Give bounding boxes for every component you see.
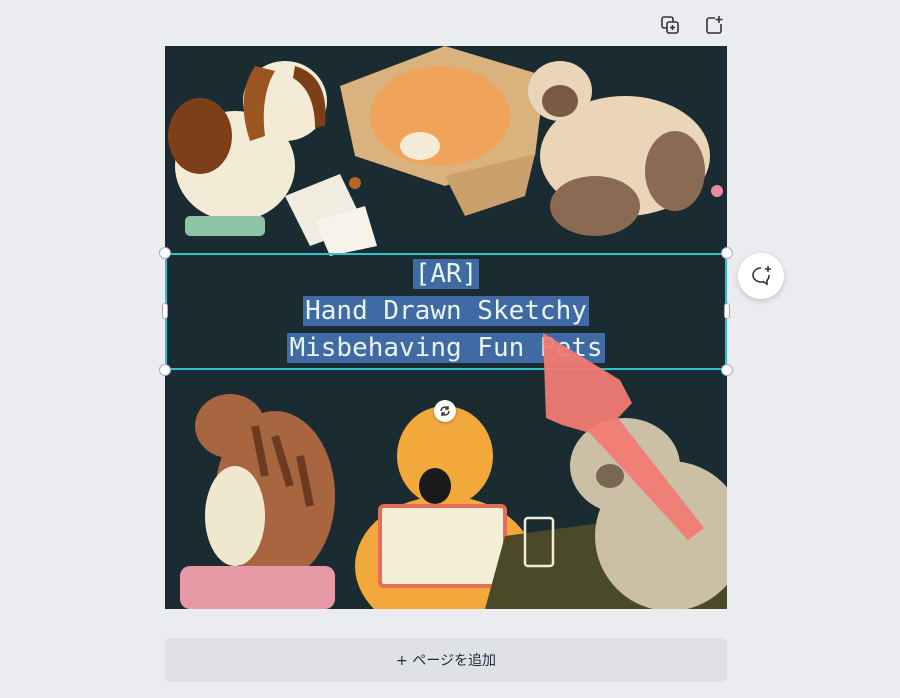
siamese-cat-illustration	[528, 61, 723, 236]
add-comment-icon	[752, 266, 771, 286]
add-page-top-button[interactable]	[699, 12, 729, 38]
resize-handle-top-left[interactable]	[159, 247, 171, 259]
add-page-icon	[706, 16, 723, 34]
duplicate-page-button[interactable]	[655, 12, 685, 38]
resize-handle-left[interactable]	[162, 303, 168, 319]
rotate-handle[interactable]	[434, 400, 456, 422]
resize-handle-bottom-left[interactable]	[159, 364, 171, 376]
resize-handle-top-right[interactable]	[721, 247, 733, 259]
envelope-illustration	[285, 174, 377, 256]
selection-frame	[165, 253, 727, 370]
add-comment-button[interactable]	[738, 253, 784, 299]
resize-handle-bottom-right[interactable]	[721, 364, 733, 376]
resize-handle-right[interactable]	[724, 303, 730, 319]
tabby-cat-illustration	[180, 394, 335, 609]
orange-cat-in-box-illustration	[340, 46, 545, 216]
add-page-button[interactable]: + ページを追加	[165, 638, 727, 682]
duplicate-page-icon	[661, 16, 679, 34]
page-toolbar	[655, 12, 729, 38]
add-page-label: + ページを追加	[396, 653, 496, 669]
rotate-icon	[440, 406, 450, 416]
